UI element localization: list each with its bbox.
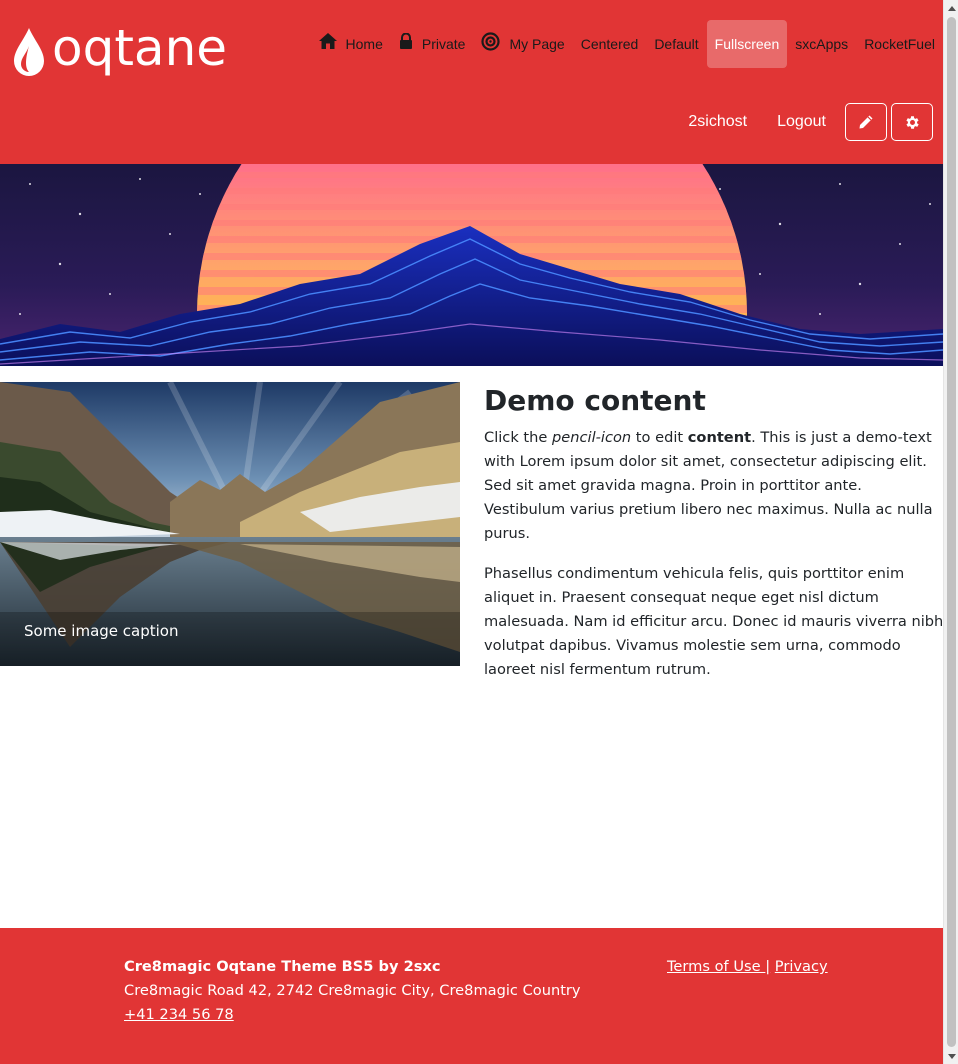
scroll-down-arrow[interactable] [944, 1048, 958, 1064]
edit-button[interactable] [845, 103, 887, 141]
content-paragraph-2: Phasellus condimentum vehicula felis, qu… [484, 565, 943, 678]
privacy-link[interactable]: Privacy [775, 958, 828, 975]
logout-link[interactable]: Logout [762, 113, 841, 131]
nav-item-rocketfuel[interactable]: RocketFuel [856, 20, 943, 68]
logo[interactable]: oqtane [12, 19, 228, 80]
nav-item-label: Default [654, 36, 699, 52]
user-bar: 2sichost Logout [673, 103, 933, 141]
site-header: oqtane Home Private My Page Centered Def… [0, 0, 943, 164]
footer-links: Terms of Use | Privacy [667, 955, 828, 979]
pencil-icon [859, 115, 873, 129]
nav-item-fullscreen[interactable]: Fullscreen [706, 20, 788, 68]
hero-banner-image [0, 164, 943, 366]
terms-link[interactable]: Terms of Use [667, 958, 765, 975]
gear-icon [905, 115, 919, 129]
nav-item-my-page[interactable]: My Page [473, 20, 572, 68]
nav-item-label: sxcApps [795, 36, 849, 52]
drop-logo-icon [14, 28, 44, 76]
scroll-up-arrow[interactable] [944, 0, 958, 16]
nav-item-default[interactable]: Default [646, 20, 706, 68]
target-icon [481, 31, 501, 51]
link-separator: | [765, 958, 771, 975]
nav-item-sxcapps[interactable]: sxcApps [787, 20, 856, 68]
nav-item-centered[interactable]: Centered [573, 20, 647, 68]
nav-item-label: Fullscreen [714, 36, 780, 52]
nav-item-label: RocketFuel [864, 36, 935, 52]
home-icon [318, 33, 337, 49]
text-run: to edit [631, 429, 688, 446]
logo-text: oqtane [52, 19, 228, 77]
footer-phone-link[interactable]: +41 234 56 78 [124, 1003, 581, 1027]
content-paragraph-1: Click the pencil-icon to edit content. T… [484, 426, 943, 546]
nav-item-private[interactable]: Private [391, 20, 474, 68]
content-heading: Demo content [484, 384, 706, 417]
content-block: Demo content Click the pencil-icon to ed… [484, 384, 943, 698]
footer-brand: Cre8magic Oqtane Theme BS5 by 2sxc [124, 958, 441, 975]
nav-item-label: Centered [580, 36, 639, 52]
scroll-thumb[interactable] [947, 17, 956, 1047]
text-emphasis: pencil-icon [552, 429, 632, 446]
lock-icon [399, 33, 413, 49]
nav-item-label: My Page [509, 36, 565, 52]
text-strong: content [687, 429, 752, 446]
username-link[interactable]: 2sichost [673, 113, 762, 131]
nav-item-label: Home [345, 36, 383, 52]
settings-button[interactable] [891, 103, 933, 141]
text-run: Click the [484, 429, 553, 446]
footer-address: Cre8magic Road 42, 2742 Cre8magic City, … [124, 982, 581, 999]
nav-item-home[interactable]: Home [311, 20, 391, 68]
vertical-scrollbar[interactable] [943, 0, 958, 1064]
image-caption: Some image caption [24, 622, 179, 640]
main-nav: Home Private My Page Centered Default Fu… [311, 20, 943, 68]
page: oqtane Home Private My Page Centered Def… [0, 0, 943, 1064]
nav-item-label: Private [421, 36, 466, 52]
site-footer: Cre8magic Oqtane Theme BS5 by 2sxc Cre8m… [0, 928, 943, 1064]
footer-contact: Cre8magic Oqtane Theme BS5 by 2sxc Cre8m… [124, 955, 581, 1027]
